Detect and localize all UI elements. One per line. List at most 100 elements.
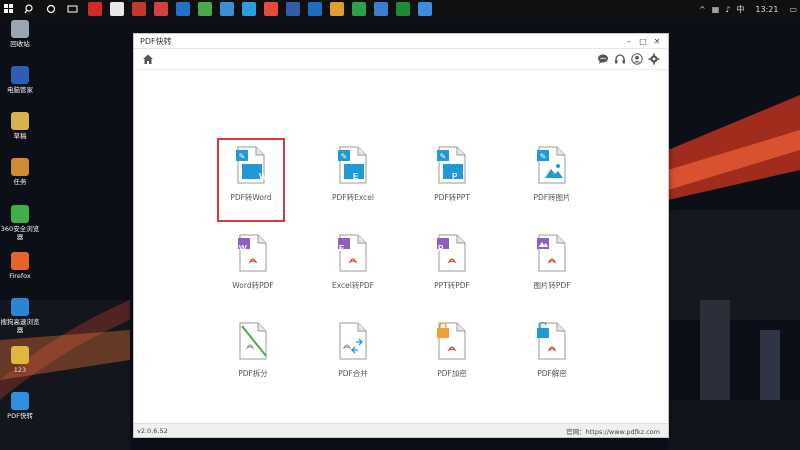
taskbar-app-icon[interactable] (286, 2, 300, 16)
chat-icon[interactable] (597, 53, 609, 65)
close-button[interactable]: ✕ (650, 37, 664, 46)
desktop-icon-5[interactable]: Firefox (0, 252, 40, 280)
wechat-icon[interactable] (352, 2, 366, 16)
tool-tile-label: PDF转图片 (533, 193, 571, 202)
tool-tile-label: PDF拆分 (238, 369, 268, 378)
user-icon[interactable] (631, 53, 643, 65)
desktop-icon-label: 123 (13, 366, 27, 374)
tool-tile-9[interactable]: PDF合并 (313, 316, 393, 396)
recycle-bin-icon (11, 20, 29, 38)
title-bar: PDF快转 – □ ✕ (134, 34, 668, 49)
clock[interactable]: 13:21 (755, 5, 778, 14)
image-to-pdf-document-icon (537, 234, 566, 272)
desktop-icon-0[interactable]: 回收站 (0, 20, 40, 48)
tool-tile-4[interactable]: WWord转PDF (213, 228, 293, 308)
excel-icon[interactable] (396, 2, 410, 16)
ime-indicator[interactable]: 中 (736, 4, 744, 15)
website-label: 官网： (566, 427, 586, 436)
cortana-icon[interactable] (44, 2, 58, 16)
tool-tile-label: PPT转PDF (434, 281, 470, 290)
to-pdf-document-icon (238, 234, 267, 272)
tool-tile-2[interactable]: ✎PPDF转PPT (412, 140, 492, 220)
to-pdf-document-icon (338, 234, 367, 272)
folder-icon (11, 346, 29, 364)
pc-manager-icon (11, 66, 29, 84)
pdf-converter-window: PDF快转 – □ ✕ ✎ PDF转Word ✎ PDF转Excel ✎ PDF… (133, 33, 669, 438)
taskbar-app-icon[interactable] (264, 2, 278, 16)
tool-tile-label: PDF转PPT (434, 193, 470, 202)
tool-tile-7[interactable]: 图片转PDF (512, 228, 592, 308)
home-icon[interactable] (142, 53, 154, 65)
svg-text:✎: ✎ (239, 152, 246, 161)
taskbar-app-icon[interactable] (132, 2, 146, 16)
chevron-up-icon[interactable]: ^ (699, 5, 706, 14)
tool-tile-6[interactable]: PPPT转PDF (412, 228, 492, 308)
desktop-icon-4[interactable]: 360安全浏览器 (0, 205, 40, 241)
desktop-icon-3[interactable]: 任务 (0, 158, 40, 186)
headset-icon[interactable] (614, 53, 626, 65)
desktop-icon-8[interactable]: PDF快转 (0, 392, 40, 420)
tool-tile-0[interactable]: ✎WPDF转Word (217, 138, 285, 222)
pdf-converter-taskbar-icon[interactable] (418, 2, 432, 16)
360-browser-icon (11, 205, 29, 223)
desktop-icon-1[interactable]: 电脑管家 (0, 66, 40, 94)
photoshop-icon[interactable] (308, 2, 322, 16)
desktop-icon-2[interactable]: 草稿 (0, 112, 40, 140)
taskbar-app-icon[interactable] (374, 2, 388, 16)
tool-tile-10[interactable]: PDF加密 (412, 316, 492, 396)
to-pdf-document-icon (437, 234, 466, 272)
desktop-icon-label: 任务 (13, 178, 27, 186)
start-button[interactable] (0, 0, 18, 18)
minimize-button[interactable]: – (622, 37, 636, 46)
tool-tile-label: Excel转PDF (332, 281, 374, 290)
taskbar-app-icon[interactable] (88, 2, 102, 16)
version-label: v2.0.6.52 (137, 426, 168, 435)
pdf-converter-icon (11, 392, 29, 410)
taskbar: ^ ▦ ♪ 中 13:21 ▭ (0, 0, 800, 18)
maximize-button[interactable]: □ (636, 37, 650, 46)
website-url[interactable]: https://www.pdfkz.com (586, 428, 660, 436)
tool-tile-5[interactable]: EExcel转PDF (313, 228, 393, 308)
firefox-icon (11, 252, 29, 270)
window-title: PDF快转 (140, 36, 172, 46)
network-icon[interactable]: ▦ (712, 5, 720, 14)
tool-tile-label: Word转PDF (232, 281, 274, 290)
svg-text:✎: ✎ (440, 152, 447, 161)
desktop-icon-label: Firefox (9, 272, 31, 280)
desktop-icon-7[interactable]: 123 (0, 346, 40, 374)
tool-tile-label: PDF解密 (537, 369, 567, 378)
chrome-icon[interactable] (198, 2, 212, 16)
taskbar-app-icon[interactable] (242, 2, 256, 16)
decrypt-document-icon (537, 322, 566, 360)
windows-icon (4, 4, 13, 13)
desktop-icon-label: PDF快转 (7, 412, 33, 420)
gear-icon[interactable] (648, 53, 660, 65)
pdf-to-image-document-icon: ✎ (537, 146, 566, 184)
tool-tile-label: PDF合并 (338, 369, 368, 378)
tool-tile-label: PDF转Word (230, 193, 272, 202)
task-view-icon[interactable] (66, 2, 80, 16)
tool-tile-11[interactable]: PDF解密 (512, 316, 592, 396)
edge-icon[interactable] (176, 2, 190, 16)
desktop-icon-label: 草稿 (13, 132, 27, 140)
taskbar-app-icon[interactable] (330, 2, 344, 16)
desktop-icon-label: 回收站 (10, 40, 30, 48)
system-tray: ^ ▦ ♪ 中 13:21 ▭ (696, 0, 800, 18)
website-link[interactable]: 官网：https://www.pdfkz.com (566, 426, 660, 436)
taskbar-file-icon[interactable] (110, 2, 124, 16)
status-bar: v2.0.6.52 官网：https://www.pdfkz.com (134, 423, 668, 437)
sogou-browser-icon (11, 298, 29, 316)
svg-text:✎: ✎ (540, 152, 547, 161)
tool-tile-8[interactable]: PDF拆分 (213, 316, 293, 396)
svg-text:✎: ✎ (341, 152, 348, 161)
tool-tile-1[interactable]: ✎EPDF转Excel (313, 140, 393, 220)
taskbar-app-icon[interactable] (220, 2, 234, 16)
notification-icon[interactable]: ▭ (789, 5, 797, 14)
taskbar-app-icon[interactable] (154, 2, 168, 16)
volume-icon[interactable]: ♪ (725, 5, 730, 14)
search-icon[interactable] (22, 2, 36, 16)
draft-icon (11, 112, 29, 130)
desktop-icon-6[interactable]: 搜狗高速浏览器 (0, 298, 40, 334)
desktop-icon-label: 搜狗高速浏览器 (0, 318, 40, 334)
tool-tile-3[interactable]: ✎ PDF转图片 (512, 140, 592, 220)
